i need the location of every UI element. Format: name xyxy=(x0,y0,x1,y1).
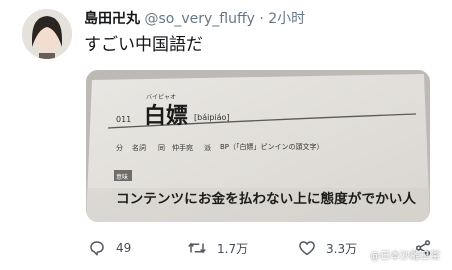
like-button[interactable]: 3.3万 xyxy=(298,234,357,262)
timestamp[interactable]: 2小时 xyxy=(268,11,305,27)
pinyin: [báipiáo] xyxy=(194,113,230,122)
display-name[interactable]: 島田卍丸 xyxy=(84,11,140,27)
pos-mark: 名詞 xyxy=(132,143,146,152)
tweet-header: 島田卍丸 @so_very_fluffy · 2小时 xyxy=(84,10,305,28)
retweet-icon xyxy=(188,242,206,254)
avatar[interactable] xyxy=(22,9,72,59)
ruby-text: バイピャオ xyxy=(146,94,176,101)
tweet-photo[interactable]: 011 バイピャオ 白嫖 [báipiáo] 分 名詞 同 仲手宛 派 BP（「… xyxy=(86,70,430,222)
pos-mark: BP（「白嫖」ピンインの頭文字） xyxy=(220,142,324,151)
dictionary-page-photo: 011 バイピャオ 白嫖 [báipiáo] 分 名詞 同 仲手宛 派 BP（「… xyxy=(86,70,430,222)
headword: 白嫖 xyxy=(144,103,188,129)
like-count: 3.3万 xyxy=(326,241,358,256)
tweet-text: すごい中国語だ xyxy=(84,35,203,55)
retweet-button[interactable]: 1.7万 xyxy=(187,234,248,262)
pos-mark: 仲手宛 xyxy=(172,143,193,152)
reply-button[interactable]: 49 xyxy=(88,234,131,262)
pos-mark: 分 xyxy=(116,143,123,152)
handle[interactable]: @so_very_fluffy xyxy=(144,11,254,27)
watermark: @日本沙雕日常 xyxy=(370,251,440,262)
avatar-image xyxy=(22,9,72,59)
entry-number: 011 xyxy=(116,115,131,124)
heart-icon xyxy=(299,241,315,256)
reply-icon xyxy=(90,241,104,256)
sense-tag: 意味 xyxy=(116,173,128,181)
separator: · xyxy=(259,11,264,27)
retweet-count: 1.7万 xyxy=(217,241,249,256)
definition-text: コンテンツにお金を払わない上に態度がでかい人 xyxy=(116,191,417,207)
reply-count: 49 xyxy=(116,241,132,255)
pos-mark: 派 xyxy=(204,144,211,152)
pos-mark: 同 xyxy=(158,144,165,152)
